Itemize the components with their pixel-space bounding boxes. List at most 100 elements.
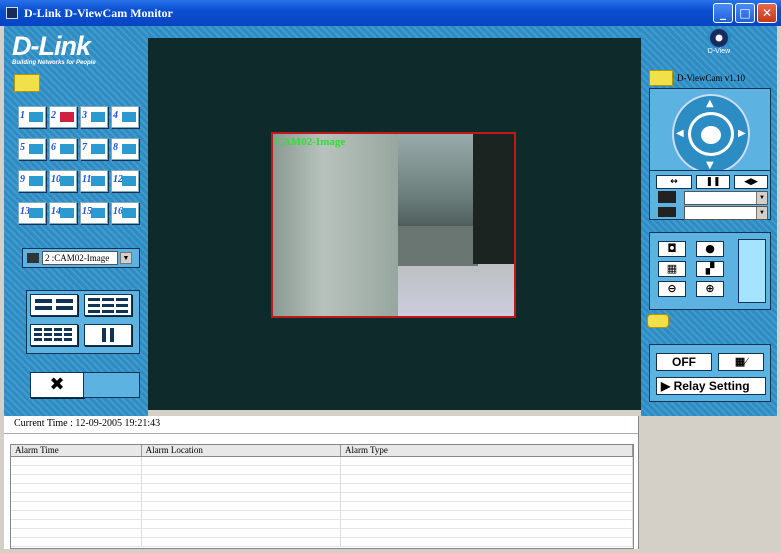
ptz-control: ▲ ▼ ◀ ▶ xyxy=(672,94,750,174)
left-panel: D-Link Building Networks for People 1234… xyxy=(4,26,148,416)
camera-button-12[interactable]: 12 xyxy=(111,170,139,192)
table-cell xyxy=(11,457,142,465)
table-row[interactable] xyxy=(11,502,633,511)
table-cell xyxy=(11,502,142,510)
relay-off-button[interactable]: OFF xyxy=(656,353,712,371)
column-alarm-location[interactable]: Alarm Location xyxy=(142,445,341,456)
video-settings-button[interactable]: ▦ xyxy=(658,261,686,277)
alarm-table-header: Alarm Time Alarm Location Alarm Type xyxy=(11,445,633,457)
table-row[interactable] xyxy=(11,484,633,493)
table-row[interactable] xyxy=(11,466,633,475)
ptz-right-icon[interactable]: ▶ xyxy=(738,128,746,139)
zoom-out-button[interactable]: ⊖ xyxy=(658,281,686,297)
video-frame-desk xyxy=(398,226,478,266)
camera-icon xyxy=(60,112,74,122)
camera-button-15[interactable]: 15 xyxy=(80,202,108,224)
layout-selector xyxy=(26,290,140,354)
camera-view-label: CAM02-Image xyxy=(275,136,346,148)
chevron-down-icon[interactable]: ▼ xyxy=(756,207,767,219)
camera-button-number: 8 xyxy=(113,142,118,153)
preset-icon xyxy=(658,191,676,203)
table-cell xyxy=(142,466,341,474)
app-icon xyxy=(6,7,18,19)
relay-edit-button[interactable]: ▦∕ xyxy=(718,353,764,371)
camera-button-10[interactable]: 10 xyxy=(49,170,77,192)
table-cell xyxy=(142,493,341,501)
snapshot-button[interactable]: ◘ xyxy=(658,241,686,257)
camera-icon xyxy=(27,253,39,263)
video-frame-dark xyxy=(473,134,514,264)
table-cell xyxy=(341,511,633,519)
layout-3x3-button[interactable] xyxy=(84,294,132,316)
relay-setting-button[interactable]: ▶ Relay Setting xyxy=(656,377,766,395)
table-row[interactable] xyxy=(11,529,633,538)
current-time-status: Current Time : 12-09-2005 19:21:43 xyxy=(4,416,638,434)
maximize-button[interactable]: □ xyxy=(735,3,755,23)
speed-select[interactable]: ▼ xyxy=(684,206,768,220)
camera-button-13[interactable]: 13 xyxy=(18,202,46,224)
table-row[interactable] xyxy=(11,457,633,466)
camera-button-number: 3 xyxy=(82,110,87,121)
column-alarm-time[interactable]: Alarm Time xyxy=(11,445,142,456)
speed-icon xyxy=(658,207,676,217)
preset-select[interactable]: ▼ xyxy=(684,191,768,205)
close-camera-button[interactable]: ✖ xyxy=(30,372,84,398)
table-cell xyxy=(11,493,142,501)
book-icon[interactable] xyxy=(647,314,669,328)
zoom-in-button[interactable]: ⊕ xyxy=(696,281,724,297)
close-button[interactable]: ✕ xyxy=(757,3,777,23)
camera-view[interactable]: CAM02-Image xyxy=(271,132,516,318)
table-row[interactable] xyxy=(11,538,633,547)
camera-icon xyxy=(91,112,105,122)
chevron-down-icon[interactable]: ▼ xyxy=(120,252,132,264)
table-cell xyxy=(142,484,341,492)
table-cell xyxy=(142,457,341,465)
camera-button-1[interactable]: 1 xyxy=(18,106,46,128)
camera-button-4[interactable]: 4 xyxy=(111,106,139,128)
camera-button-3[interactable]: 3 xyxy=(80,106,108,128)
pause-ptz-button[interactable]: ❚❚ xyxy=(696,175,730,189)
camera-button-5[interactable]: 5 xyxy=(18,138,46,160)
camera-icon xyxy=(29,112,43,122)
table-cell xyxy=(341,538,633,546)
ptz-home-button[interactable] xyxy=(701,126,721,144)
camera-button-number: 7 xyxy=(82,142,87,153)
camera-button-11[interactable]: 11 xyxy=(80,170,108,192)
camera-icon xyxy=(29,176,43,186)
table-row[interactable] xyxy=(11,520,633,529)
step-button[interactable]: ◀▶ xyxy=(734,175,768,189)
camera-button-6[interactable]: 6 xyxy=(49,138,77,160)
chevron-down-icon[interactable]: ▼ xyxy=(756,192,767,204)
table-cell xyxy=(341,502,633,510)
pause-button[interactable] xyxy=(84,324,132,346)
camera-button-8[interactable]: 8 xyxy=(111,138,139,160)
layout-4x4-button[interactable] xyxy=(30,324,78,346)
table-row[interactable] xyxy=(11,475,633,484)
camera-icon xyxy=(60,176,74,186)
pan-button[interactable]: ↔ xyxy=(656,175,692,189)
table-row[interactable] xyxy=(11,511,633,520)
camera-icon xyxy=(60,144,74,154)
camera-button-2[interactable]: 2 xyxy=(49,106,77,128)
camera-icon xyxy=(122,208,136,218)
title-bar: D-Link D-ViewCam Monitor _ □ ✕ xyxy=(0,0,781,26)
camera-button-14[interactable]: 14 xyxy=(49,202,77,224)
camera-button-number: 1 xyxy=(20,110,25,121)
table-cell xyxy=(11,484,142,492)
layout-2x2-button[interactable] xyxy=(30,294,78,316)
record-button[interactable]: ● xyxy=(696,241,724,257)
camera-button-16[interactable]: 16 xyxy=(111,202,139,224)
camera-button-7[interactable]: 7 xyxy=(80,138,108,160)
ptz-up-icon[interactable]: ▲ xyxy=(706,98,714,109)
window-title: D-Link D-ViewCam Monitor xyxy=(24,5,173,20)
ptz-camera-icon xyxy=(649,70,673,86)
table-cell xyxy=(341,520,633,528)
digital-zoom-button[interactable]: ▞ xyxy=(696,261,724,277)
camera-icon xyxy=(60,208,74,218)
column-alarm-type[interactable]: Alarm Type xyxy=(341,445,633,456)
ptz-left-icon[interactable]: ◀ xyxy=(676,128,684,139)
minimize-button[interactable]: _ xyxy=(713,3,733,23)
camera-button-9[interactable]: 9 xyxy=(18,170,46,192)
table-row[interactable] xyxy=(11,493,633,502)
camera-select[interactable]: 2 :CAM02-Image ▼ xyxy=(22,248,140,268)
